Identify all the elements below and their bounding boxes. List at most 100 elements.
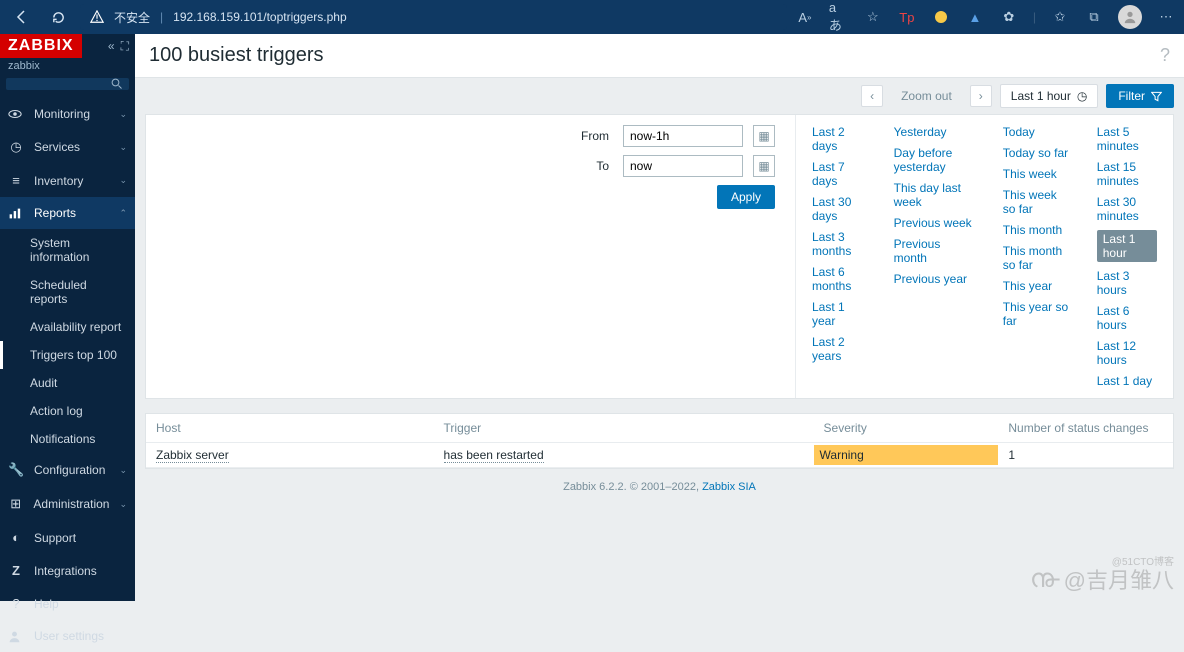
admin-icon: ⊞ xyxy=(8,496,23,512)
wrench-icon: 🔧 xyxy=(8,462,24,478)
preset-link[interactable]: This month xyxy=(1003,223,1069,237)
time-next-button[interactable]: › xyxy=(970,85,992,107)
trigger-link[interactable]: has been restarted xyxy=(444,448,544,463)
nav-user-settings[interactable]: User settings xyxy=(0,620,135,652)
preset-link[interactable]: Last 5 minutes xyxy=(1097,125,1157,153)
preset-link[interactable]: Yesterday xyxy=(894,125,975,139)
ext2-icon[interactable] xyxy=(931,7,951,27)
preset-link[interactable]: Previous week xyxy=(894,216,975,230)
nav-label: Monitoring xyxy=(34,107,90,121)
filter-panel: From ▦ To ▦ Apply Last 2 days Last 7 day… xyxy=(145,114,1174,399)
collapse-icon[interactable]: « xyxy=(108,39,115,54)
nav-label: Inventory xyxy=(34,174,83,188)
to-input[interactable] xyxy=(623,155,743,177)
preset-link[interactable]: Previous month xyxy=(894,237,975,265)
preset-link[interactable]: Last 3 hours xyxy=(1097,269,1157,297)
sub-availability[interactable]: Availability report xyxy=(0,313,135,341)
preset-link[interactable]: This week so far xyxy=(1003,188,1069,216)
profile-avatar[interactable] xyxy=(1118,5,1142,29)
nav-services[interactable]: ◷ Services ⌄ xyxy=(0,130,135,164)
filter-custom-range: From ▦ To ▦ Apply xyxy=(146,115,796,398)
fav-icon[interactable]: ✩ xyxy=(1050,7,1070,27)
severity-badge: Warning xyxy=(814,445,999,465)
from-input[interactable] xyxy=(623,125,743,147)
to-calendar-button[interactable]: ▦ xyxy=(753,155,775,177)
host-link[interactable]: Zabbix server xyxy=(156,448,229,463)
preset-link[interactable]: Last 6 hours xyxy=(1097,304,1157,332)
preset-link-selected[interactable]: Last 1 hour xyxy=(1097,230,1157,262)
fullscreen-icon[interactable]: ⛶ xyxy=(121,39,129,54)
more-icon[interactable]: ⋯ xyxy=(1156,7,1176,27)
ext1-icon[interactable]: Tp xyxy=(897,7,917,27)
nav-support[interactable]: ◐ Support xyxy=(0,521,135,554)
nav-label: Integrations xyxy=(34,564,97,578)
ext3-icon[interactable]: ▲ xyxy=(965,7,985,27)
nav-reports[interactable]: Reports ⌃ xyxy=(0,197,135,229)
logo[interactable]: ZABBIX xyxy=(0,34,82,58)
preset-link[interactable]: Last 1 year xyxy=(812,300,866,328)
page-header: 100 busiest triggers ? xyxy=(135,34,1184,78)
triggers-table: Host Trigger Severity Number of status c… xyxy=(145,413,1174,469)
time-prev-button[interactable]: ‹ xyxy=(861,85,883,107)
preset-link[interactable]: Last 30 days xyxy=(812,195,866,223)
footer-link[interactable]: Zabbix SIA xyxy=(702,481,756,493)
preset-link[interactable]: Today so far xyxy=(1003,146,1069,160)
preset-link[interactable]: Last 12 hours xyxy=(1097,339,1157,367)
preset-link[interactable]: Last 2 days xyxy=(812,125,866,153)
support-icon: ◐ xyxy=(8,530,24,545)
preset-link[interactable]: Last 7 days xyxy=(812,160,866,188)
refresh-button[interactable] xyxy=(44,3,72,31)
sub-triggers-top[interactable]: Triggers top 100 xyxy=(0,341,135,369)
read-aloud-icon[interactable]: A» xyxy=(795,7,815,27)
sub-audit[interactable]: Audit xyxy=(0,369,135,397)
translate-icon[interactable]: aあ xyxy=(829,7,849,27)
nav-inventory[interactable]: ≡ Inventory ⌄ xyxy=(0,164,135,197)
address-bar[interactable]: 不安全 | 192.168.159.101/toptriggers.php xyxy=(80,4,787,30)
chevron-down-icon: ⌄ xyxy=(119,142,127,153)
sidebar-search[interactable] xyxy=(6,78,129,90)
nav-monitoring[interactable]: Monitoring ⌄ xyxy=(0,98,135,130)
chevron-up-icon: ⌃ xyxy=(119,208,127,219)
nav-integrations[interactable]: Z Integrations xyxy=(0,554,135,587)
filter-label: Filter xyxy=(1118,89,1145,103)
page-help-icon[interactable]: ? xyxy=(1160,45,1170,66)
table-row: Zabbix server has been restarted Warning… xyxy=(146,443,1173,468)
nav-configuration[interactable]: 🔧 Configuration ⌄ xyxy=(0,453,135,487)
preset-link[interactable]: This week xyxy=(1003,167,1069,181)
preset-link[interactable]: Last 30 minutes xyxy=(1097,195,1157,223)
sub-action-log[interactable]: Action log xyxy=(0,397,135,425)
preset-link[interactable]: Today xyxy=(1003,125,1069,139)
from-calendar-button[interactable]: ▦ xyxy=(753,125,775,147)
chart-icon xyxy=(8,207,24,220)
preset-link[interactable]: Last 1 day xyxy=(1097,374,1157,388)
nav-help[interactable]: ? Help xyxy=(0,587,135,620)
preset-link[interactable]: This day last week xyxy=(894,181,975,209)
preset-link[interactable]: This month so far xyxy=(1003,244,1069,272)
preset-link[interactable]: Previous year xyxy=(894,272,975,286)
star-icon[interactable]: ☆ xyxy=(863,7,883,27)
sub-scheduled[interactable]: Scheduled reports xyxy=(0,271,135,313)
back-button[interactable] xyxy=(8,3,36,31)
filter-toggle-button[interactable]: Filter xyxy=(1106,84,1174,108)
collections-icon[interactable]: ⧉ xyxy=(1084,7,1104,27)
preset-link[interactable]: This year xyxy=(1003,279,1069,293)
sub-notifications[interactable]: Notifications xyxy=(0,425,135,453)
preset-col-3: Last 5 minutes Last 15 minutes Last 30 m… xyxy=(1097,125,1157,388)
sub-system-info[interactable]: System information xyxy=(0,229,135,271)
zoom-out-button[interactable]: Zoom out xyxy=(891,89,962,103)
page-title: 100 busiest triggers xyxy=(149,44,324,67)
settings-icon[interactable]: ✿ xyxy=(999,7,1019,27)
preset-link[interactable]: Day before yesterday xyxy=(894,146,975,174)
preset-link[interactable]: Last 6 months xyxy=(812,265,866,293)
apply-button[interactable]: Apply xyxy=(717,185,775,209)
preset-link[interactable]: Last 3 months xyxy=(812,230,866,258)
changes-value: 1 xyxy=(998,443,1173,468)
preset-link[interactable]: This year so far xyxy=(1003,300,1069,328)
addr-separator: | xyxy=(160,10,163,24)
preset-link[interactable]: Last 2 years xyxy=(812,335,866,363)
list-icon: ≡ xyxy=(8,173,24,188)
time-range-tab[interactable]: Last 1 hour ◷ xyxy=(1000,84,1099,108)
nav-label: Configuration xyxy=(34,463,105,477)
preset-link[interactable]: Last 15 minutes xyxy=(1097,160,1157,188)
nav-administration[interactable]: ⊞ Administration ⌄ xyxy=(0,487,135,521)
